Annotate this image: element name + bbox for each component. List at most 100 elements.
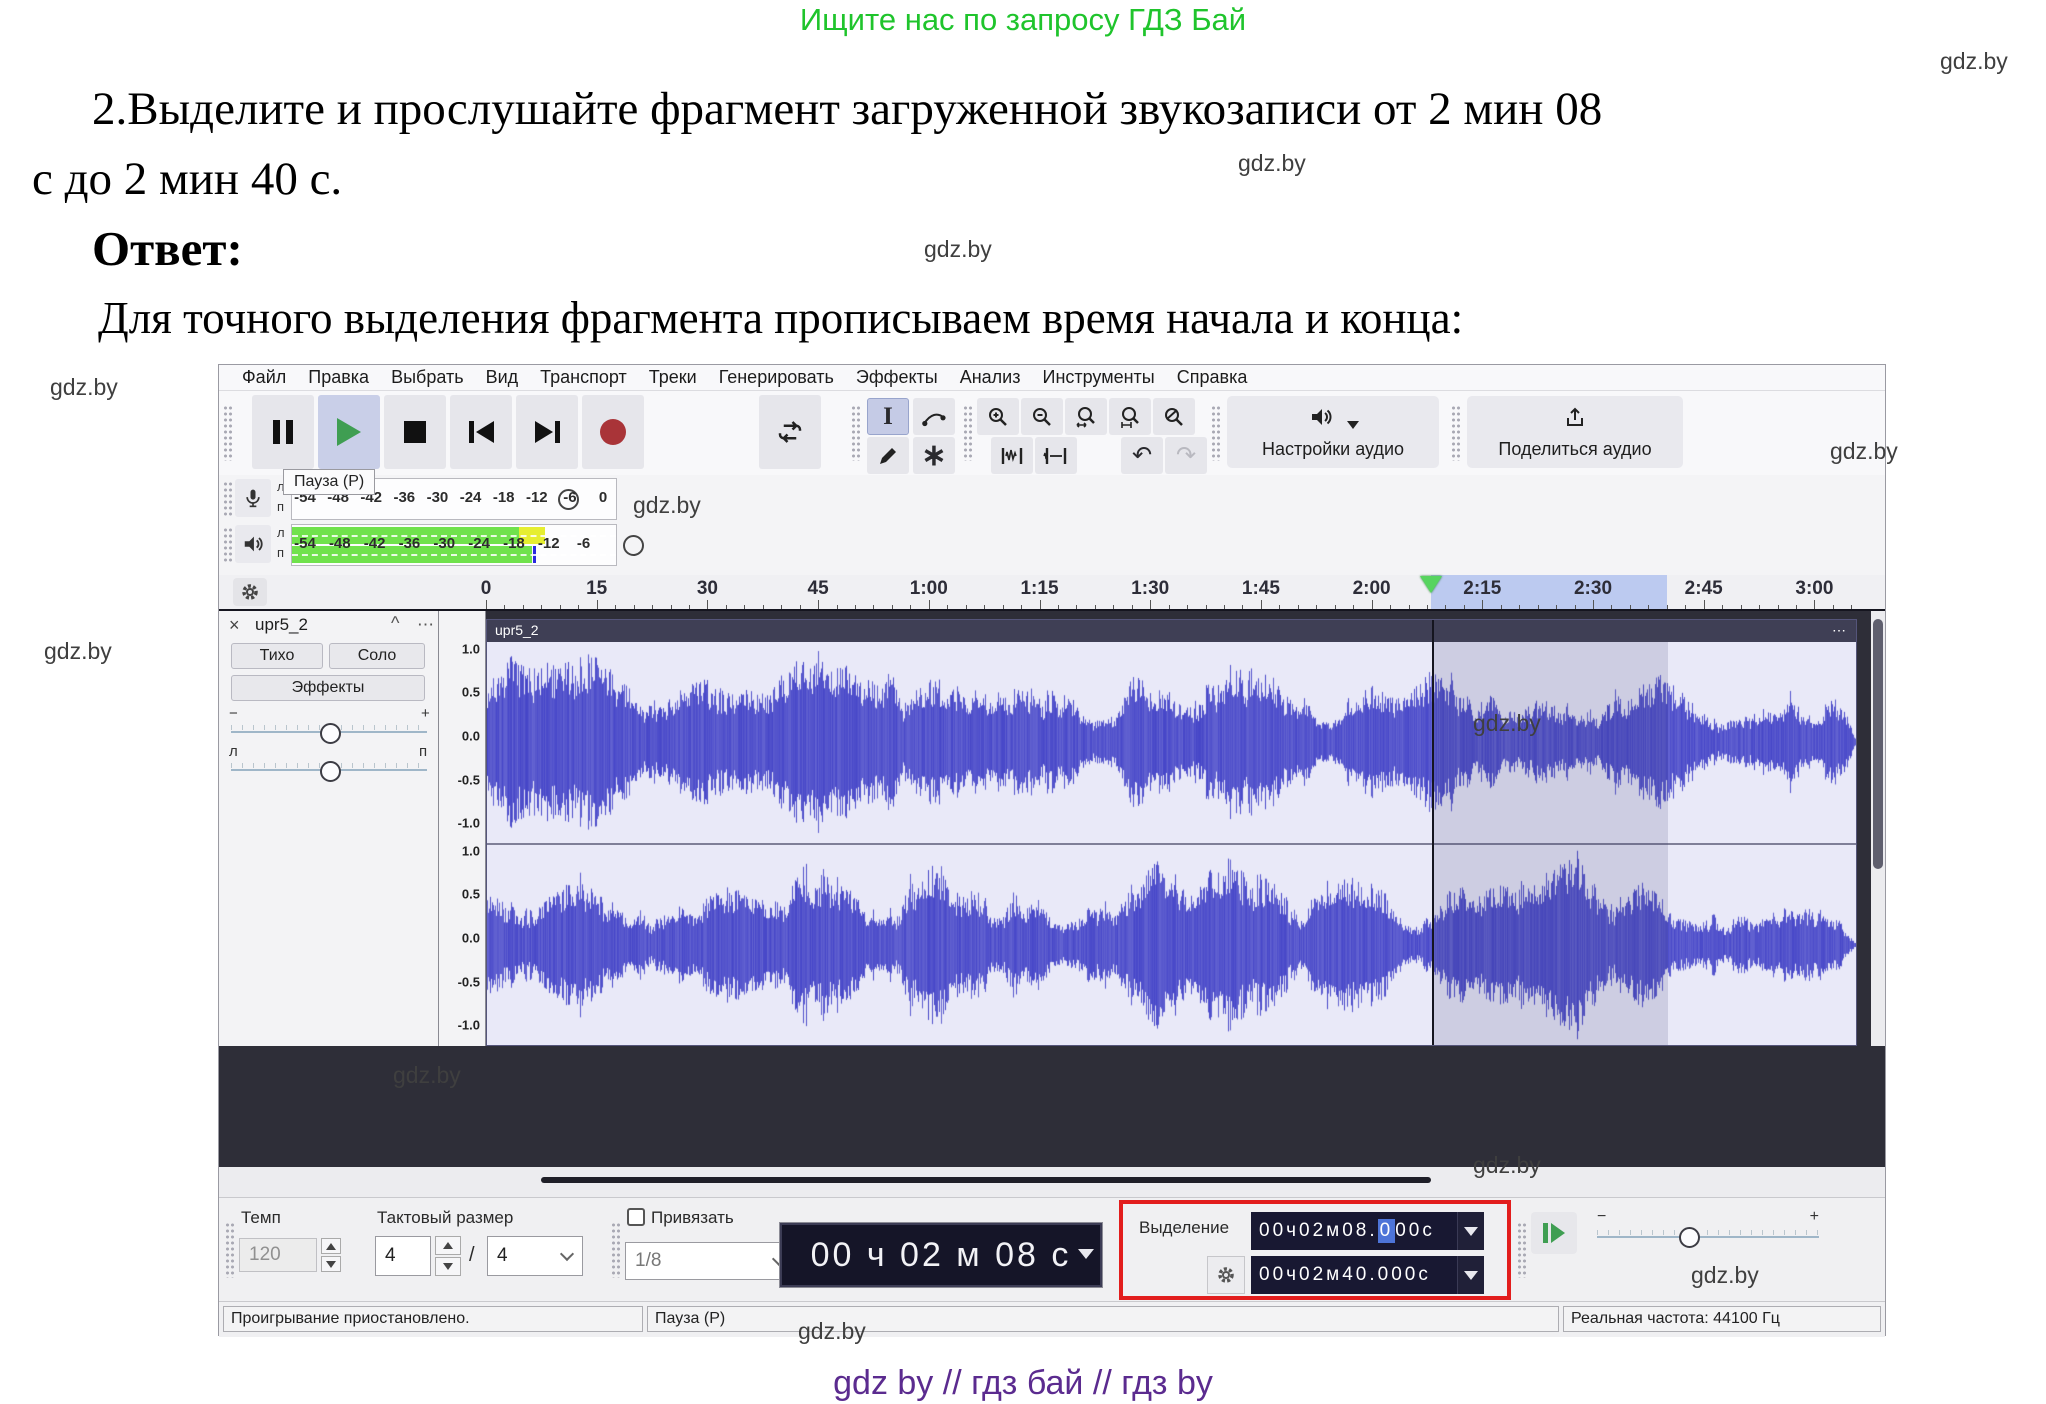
timeline-ruler[interactable]: 01530451:001:151:301:452:002:152:302:453…: [486, 575, 1882, 609]
redo-button[interactable]: ↷: [1165, 437, 1207, 474]
clip-menu-icon[interactable]: ⋯: [1832, 622, 1846, 639]
time-signature-lower-select[interactable]: 4: [487, 1236, 583, 1276]
microphone-icon: [243, 486, 263, 510]
audio-clip[interactable]: upr5_2 ⋯: [486, 619, 1857, 1046]
meter-scale-label: -36: [399, 535, 421, 552]
tempo-input[interactable]: 120: [239, 1238, 317, 1272]
ruler-tick-label: 3:00: [1795, 578, 1833, 600]
zoom-project-button[interactable]: [1109, 398, 1151, 435]
toolbar-grip[interactable]: [851, 405, 860, 461]
watermark: gdz.by: [1473, 1152, 1541, 1179]
toolbar-grip[interactable]: [611, 1222, 620, 1278]
zoom-in-button[interactable]: [977, 398, 1019, 435]
selection-start-field[interactable]: 00ч02м08.000с: [1251, 1212, 1457, 1250]
menu-item-effects[interactable]: Эффекты: [845, 367, 949, 388]
close-track-icon[interactable]: ×: [229, 615, 240, 636]
play-at-speed-icon: [1551, 1223, 1565, 1243]
speed-knob[interactable]: [1679, 1227, 1700, 1248]
share-audio-button[interactable]: Поделиться аудио: [1467, 396, 1683, 468]
zoom-toggle-icon: [1163, 406, 1185, 428]
snap-checkbox[interactable]: [627, 1208, 645, 1226]
menu-item-transport[interactable]: Транспорт: [529, 367, 638, 388]
menu-item-tracks[interactable]: Треки: [638, 367, 708, 388]
mute-button[interactable]: Тихо: [231, 643, 323, 669]
skip-to-end-button[interactable]: [516, 395, 578, 469]
trim-audio-button[interactable]: [991, 437, 1033, 474]
silence-audio-button[interactable]: [1035, 437, 1077, 474]
pause-tooltip: Пауза (P): [283, 469, 375, 495]
toolbar-grip[interactable]: [223, 405, 232, 461]
ruler-tick-label: 0: [481, 578, 492, 600]
zoom-selection-button[interactable]: [1065, 398, 1107, 435]
menu-item-select[interactable]: Выбрать: [380, 367, 475, 388]
stop-button[interactable]: [384, 395, 446, 469]
microphone-button[interactable]: [235, 479, 271, 517]
toolbar-grip[interactable]: [1451, 405, 1460, 461]
menu-item-tools[interactable]: Инструменты: [1032, 367, 1166, 388]
skip-to-start-button[interactable]: [450, 395, 512, 469]
selection-end-dropdown[interactable]: [1457, 1256, 1484, 1294]
play-button[interactable]: [318, 395, 380, 469]
play-at-speed-button[interactable]: [1531, 1212, 1577, 1254]
toolbar-grip[interactable]: [225, 1222, 234, 1278]
menu-item-help[interactable]: Справка: [1166, 367, 1259, 388]
selection-end-field[interactable]: 00ч02м40.000с: [1251, 1256, 1457, 1294]
silence-audio-icon: [1043, 445, 1069, 467]
gain-knob[interactable]: [320, 723, 341, 744]
dropdown-arrow-icon: [1078, 1249, 1094, 1259]
zoom-out-button[interactable]: [1021, 398, 1063, 435]
selection-overlay: [1432, 642, 1668, 1045]
draw-tool-button[interactable]: [867, 437, 909, 474]
toolbar-grip[interactable]: [223, 481, 232, 517]
solo-button[interactable]: Соло: [329, 643, 425, 669]
clip-title-bar[interactable]: upr5_2 ⋯: [487, 620, 1856, 642]
meter-reset-icon[interactable]: [623, 535, 644, 556]
track-name[interactable]: upr5_2: [255, 615, 308, 635]
menu-item-file[interactable]: Файл: [231, 367, 297, 388]
ruler-tick-label: 1:30: [1131, 578, 1169, 600]
gain-plus-label: +: [421, 705, 430, 722]
collapse-track-icon[interactable]: ^: [391, 613, 399, 634]
loop-button[interactable]: [759, 395, 821, 469]
record-button[interactable]: [582, 395, 644, 469]
toolbar-grip[interactable]: [1517, 1222, 1526, 1278]
tempo-spinner[interactable]: [321, 1238, 341, 1272]
pause-button[interactable]: [252, 395, 314, 469]
timeline-options-button[interactable]: [233, 578, 267, 606]
horizontal-scrollbar[interactable]: [219, 1167, 1885, 1197]
playhead-triangle-icon[interactable]: [1420, 576, 1442, 593]
envelope-tool-button[interactable]: [913, 398, 955, 435]
toolbar-grip[interactable]: [963, 405, 972, 461]
effects-button[interactable]: Эффекты: [231, 675, 425, 701]
snap-value-select[interactable]: 1/8: [625, 1242, 795, 1280]
track-menu-icon[interactable]: ⋯: [417, 615, 434, 635]
selection-start-dropdown[interactable]: [1457, 1212, 1484, 1250]
meter-scale-label: -18: [503, 535, 525, 552]
vertical-scale[interactable]: 1.00.50.0-0.5-1.01.00.50.0-0.5-1.0: [439, 611, 486, 1046]
speaker-button[interactable]: [235, 525, 271, 563]
vertical-scrollbar[interactable]: [1871, 611, 1885, 1046]
menu-item-view[interactable]: Вид: [475, 367, 530, 388]
undo-button[interactable]: ↶: [1121, 437, 1163, 474]
ruler-tick-label: 1:15: [1020, 578, 1058, 600]
selection-options-button[interactable]: [1207, 1256, 1245, 1294]
track-control-panel: × upr5_2 ^ ⋯ Тихо Соло Эффекты − + л п: [219, 611, 439, 1046]
vertical-scrollbar-thumb[interactable]: [1873, 619, 1883, 869]
menu-item-analyze[interactable]: Анализ: [949, 367, 1032, 388]
pan-knob[interactable]: [320, 761, 341, 782]
toolbar-grip[interactable]: [223, 527, 232, 563]
menu-item-generate[interactable]: Генерировать: [708, 367, 845, 388]
playback-speed-slider[interactable]: − +: [1597, 1212, 1819, 1254]
playback-meter[interactable]: лп -54-48-42-36-30-24-18-12-6: [219, 523, 679, 567]
share-icon: [1562, 405, 1588, 434]
time-signature-upper-input[interactable]: 4: [375, 1236, 431, 1276]
zoom-toggle-button[interactable]: [1153, 398, 1195, 435]
horizontal-scrollbar-thumb[interactable]: [541, 1177, 1431, 1183]
toolbar-grip[interactable]: [1211, 405, 1220, 461]
menu-item-edit[interactable]: Правка: [297, 367, 380, 388]
audio-position-display[interactable]: 00 ч 02 м 08 с: [779, 1222, 1103, 1288]
time-signature-spinner[interactable]: [435, 1236, 461, 1276]
selection-tool-button[interactable]: I: [867, 398, 909, 435]
audio-setup-button[interactable]: Настройки аудио: [1227, 396, 1439, 468]
multi-tool-button[interactable]: ∗: [913, 437, 955, 474]
